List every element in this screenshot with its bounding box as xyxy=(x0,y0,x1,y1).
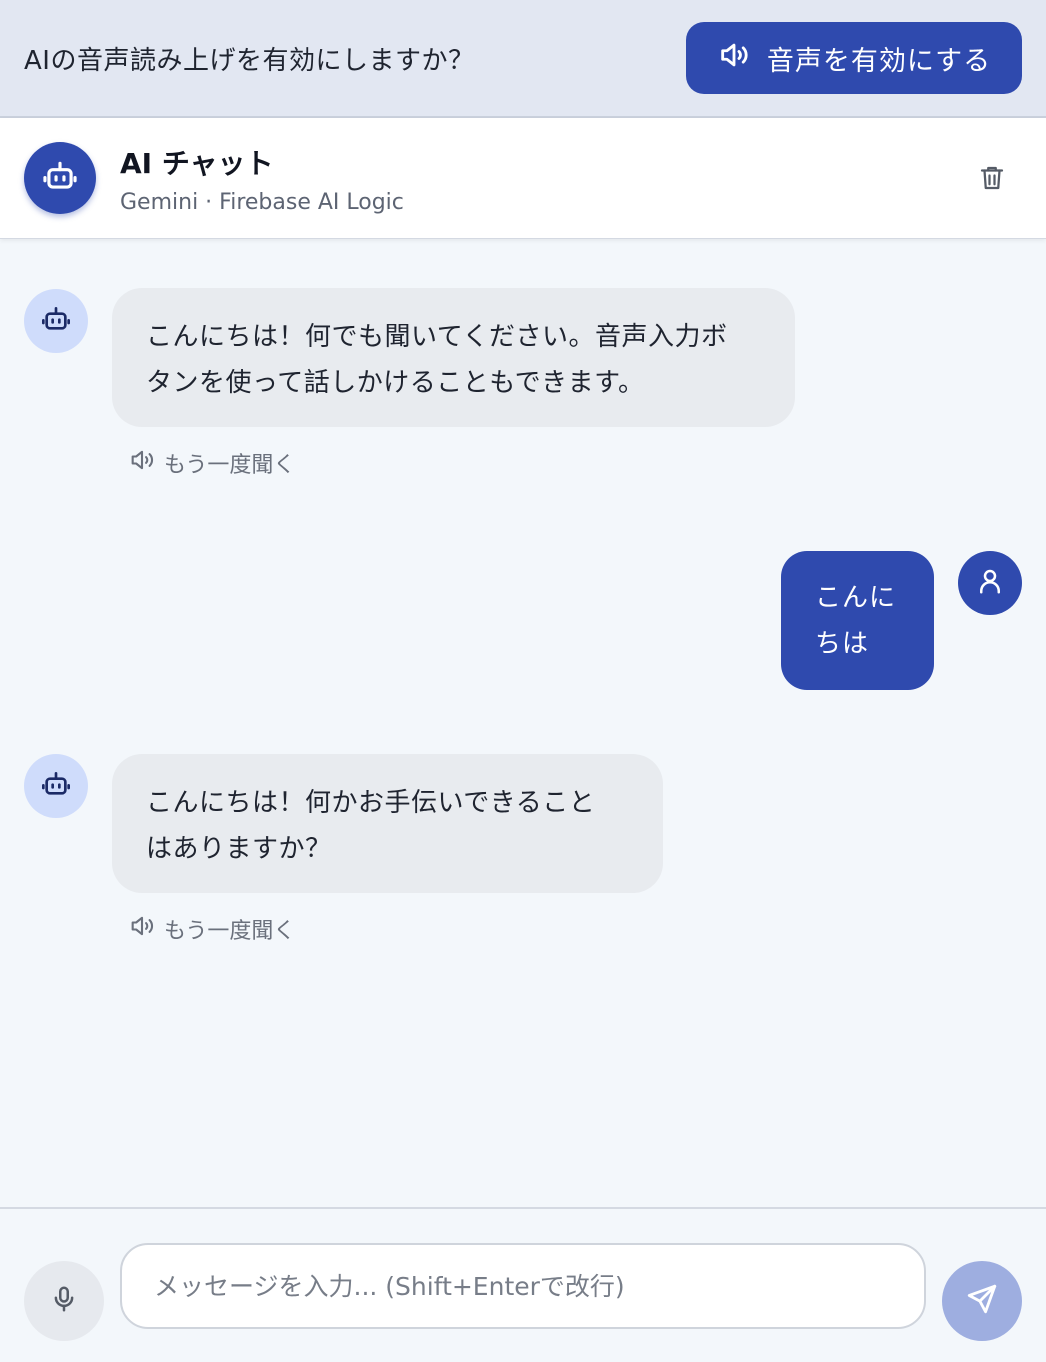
speaker-icon xyxy=(717,38,751,79)
message-line: こんにちは！何でも聞いてください。音声入力ボ xyxy=(146,322,728,352)
robot-icon xyxy=(40,768,72,804)
assistant-avatar xyxy=(24,142,96,214)
voice-prompt-text: AIの音声読み上げを有効にしますか？ xyxy=(24,45,475,76)
chat-header: AI チャット Gemini · Firebase AI Logic xyxy=(0,118,1046,239)
assistant-message-bubble: こんにちは！何かお手伝いできること はありますか？ xyxy=(112,754,663,893)
page-subtitle: Gemini · Firebase AI Logic xyxy=(120,189,404,215)
voice-banner: AIの音声読み上げを有効にしますか？ 音声を有効にする xyxy=(0,0,1046,118)
page-title: AI チャット xyxy=(120,146,274,180)
replay-label: もう一度聞く xyxy=(164,919,296,944)
message-line: タンを使って話しかけることもできます。 xyxy=(146,368,645,398)
send-button[interactable] xyxy=(942,1261,1022,1341)
speaker-icon xyxy=(128,912,156,946)
message-line: こんに xyxy=(815,583,897,613)
user-avatar xyxy=(958,551,1022,615)
message-input[interactable] xyxy=(120,1243,926,1329)
assistant-message-avatar xyxy=(24,289,88,353)
assistant-message-avatar xyxy=(24,754,88,818)
message-line: ちは xyxy=(815,629,870,659)
voice-input-button[interactable] xyxy=(24,1261,104,1341)
user-message-bubble: こんに ちは xyxy=(781,551,934,690)
replay-button[interactable]: もう一度聞く xyxy=(128,446,295,480)
send-icon xyxy=(965,1282,999,1320)
enable-voice-label: 音声を有効にする xyxy=(766,45,992,76)
header-titles: AI チャット Gemini · Firebase AI Logic xyxy=(120,142,404,215)
robot-icon xyxy=(40,303,72,339)
enable-voice-button[interactable]: 音声を有効にする xyxy=(686,22,1022,94)
assistant-message-bubble: こんにちは！何でも聞いてください。音声入力ボ タンを使って話しかけることもできま… xyxy=(112,288,795,427)
message-line: こんにちは！何かお手伝いできること xyxy=(146,788,596,818)
user-icon xyxy=(975,566,1005,600)
robot-icon xyxy=(41,157,79,199)
clear-chat-button[interactable] xyxy=(974,162,1010,198)
trash-icon xyxy=(977,163,1007,197)
replay-button[interactable]: もう一度聞く xyxy=(128,912,295,946)
microphone-icon xyxy=(49,1284,79,1318)
composer-bar xyxy=(0,1207,1046,1362)
speaker-icon xyxy=(128,446,156,480)
replay-label: もう一度聞く xyxy=(164,453,296,478)
message-line: はありますか？ xyxy=(146,834,332,864)
